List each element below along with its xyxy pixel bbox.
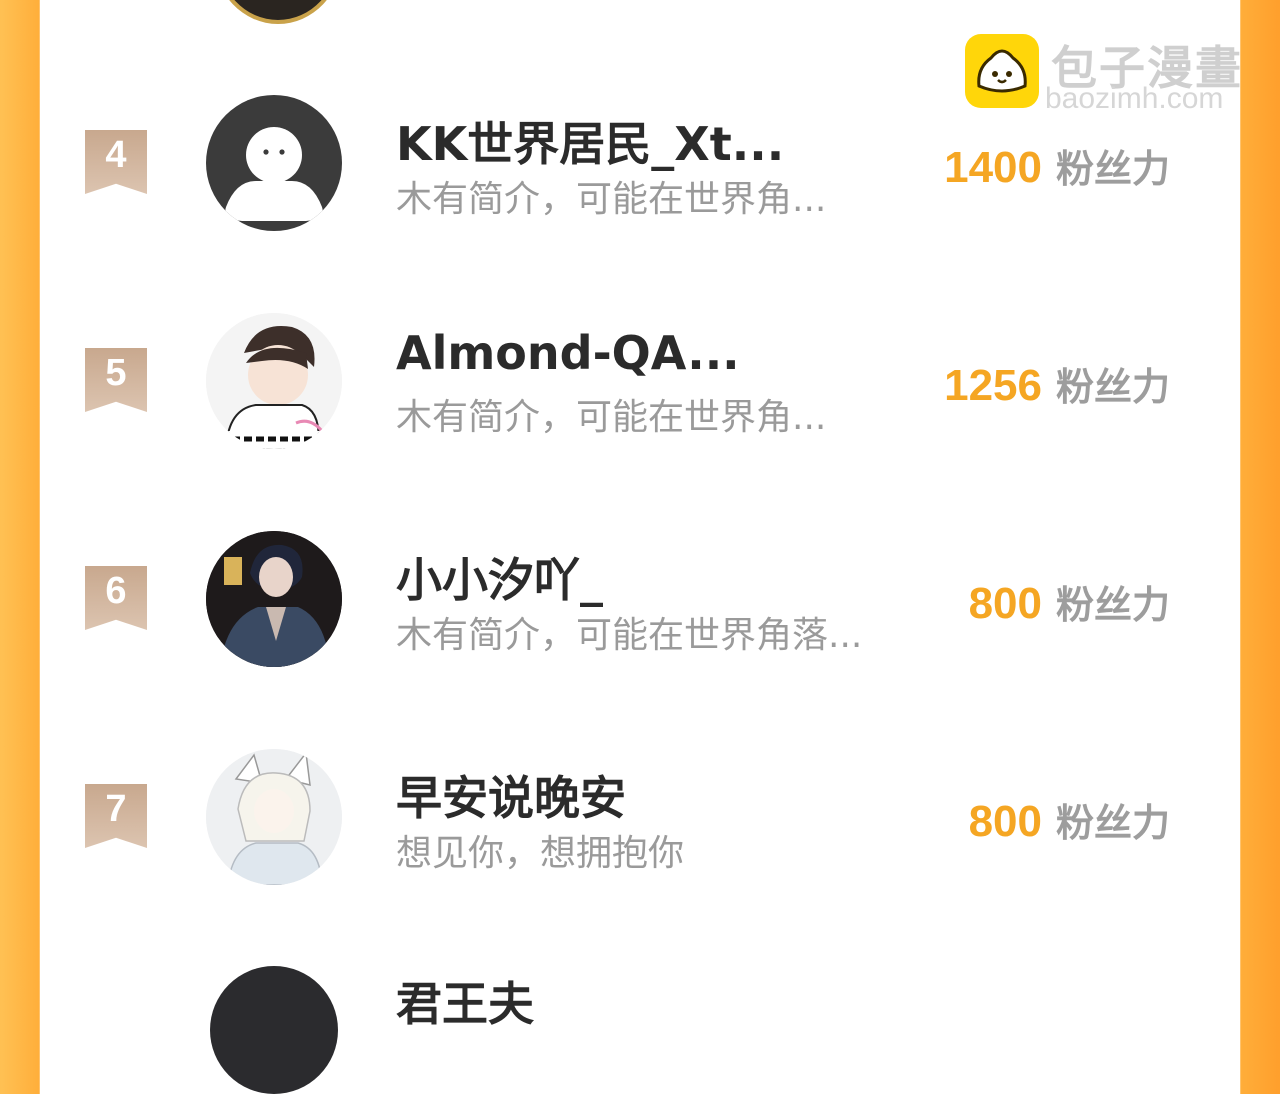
rank-badge: 6 xyxy=(85,566,147,630)
ranking-row[interactable]: 5 Almond-QA... 木有简介，可能在世界角... 1256 粉丝力 xyxy=(40,298,1240,458)
fans-unit: 粉丝力 xyxy=(1055,583,1170,627)
avatar-previous[interactable] xyxy=(214,0,342,24)
fans-unit: 粉丝力 xyxy=(1055,365,1170,409)
ranking-panel: 4 KK世界居民_Xt... 木有简介，可能在世界角... 1400 粉丝力 5 xyxy=(40,0,1240,1094)
rank-badge: 7 xyxy=(85,784,147,848)
user-intro: 木有简介，可能在世界角... xyxy=(396,179,827,220)
avatar[interactable] xyxy=(206,95,342,231)
avatar-next[interactable] xyxy=(210,966,338,1094)
fans-count: 1256 xyxy=(944,361,1042,410)
ranking-row[interactable]: 6 小小汐吖_ 木有简介，可能在世界角落... 800 粉丝力 xyxy=(40,516,1240,676)
fans-count: 800 xyxy=(968,579,1042,628)
avatar[interactable] xyxy=(206,749,342,885)
fans-unit: 粉丝力 xyxy=(1055,147,1170,191)
rank-number: 4 xyxy=(105,134,127,176)
rank-number: 7 xyxy=(105,788,127,830)
user-avatar-image xyxy=(206,749,342,885)
fans-score: 1256 粉丝力 xyxy=(944,356,1170,411)
user-name[interactable]: 早安说晚安 xyxy=(396,762,626,828)
user-name[interactable]: KK世界居民_Xt... xyxy=(396,108,784,174)
user-intro: 想见你，想拥抱你 xyxy=(396,833,685,874)
avatar[interactable] xyxy=(206,313,342,449)
avatar[interactable] xyxy=(206,531,342,667)
rank-number: 6 xyxy=(105,570,127,612)
ranking-row[interactable]: 7 早安说晚安 想见你，想拥抱你 800 粉丝力 xyxy=(40,734,1240,894)
user-name[interactable]: Almond-QA... xyxy=(396,326,740,380)
default-avatar-icon xyxy=(225,127,323,221)
user-avatar-image xyxy=(206,313,342,449)
fans-score: 800 粉丝力 xyxy=(969,792,1170,847)
rank-badge: 4 xyxy=(85,130,147,194)
fans-unit: 粉丝力 xyxy=(1055,801,1170,845)
rank-badge: 5 xyxy=(85,348,147,412)
fans-score: 800 粉丝力 xyxy=(969,574,1170,629)
fans-score: 1400 粉丝力 xyxy=(944,138,1170,193)
fans-count: 1400 xyxy=(944,143,1042,192)
user-name-next[interactable]: 君王夫 xyxy=(396,968,534,1034)
user-name[interactable]: 小小汐吖_ xyxy=(396,544,603,610)
bun-logo-icon xyxy=(965,34,1039,108)
user-intro: 木有简介，可能在世界角落... xyxy=(396,615,863,656)
user-intro: 木有简介，可能在世界角... xyxy=(396,397,827,438)
user-avatar-image xyxy=(206,531,342,667)
watermark-url: baozimh.com xyxy=(1045,82,1224,115)
fans-count: 800 xyxy=(968,797,1042,846)
watermark: 包子漫畫 baozimh.com xyxy=(965,34,1265,115)
rank-number: 5 xyxy=(105,352,127,394)
